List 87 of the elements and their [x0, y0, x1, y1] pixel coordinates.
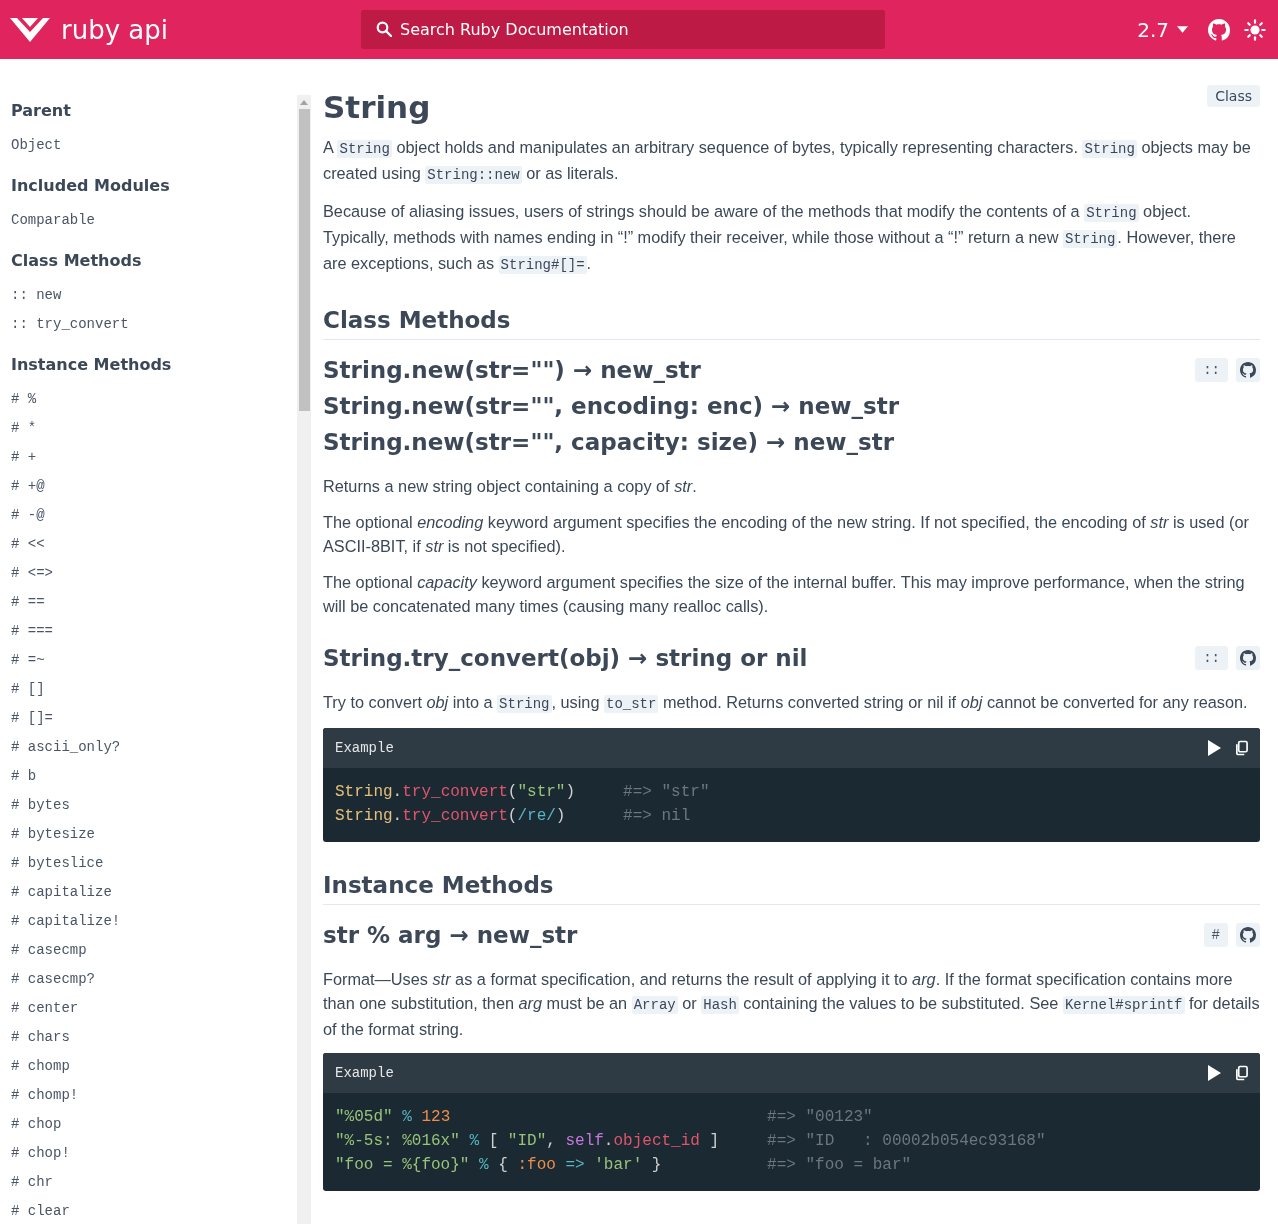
code-line: "%-5s: %016x" % [ "ID", self.object_id ] — [335, 1131, 720, 1152]
sidebar-link[interactable]: # casecmp — [11, 936, 286, 965]
method-type-button[interactable]: # — [1203, 923, 1228, 947]
sidebar-link[interactable]: # chop! — [11, 1139, 286, 1168]
method-signature: String.new(str="", capacity: size) → new_str — [323, 428, 896, 457]
sidebar-heading: Parent — [11, 100, 72, 122]
code-comment: #=> "ID : 00002b054ec93168" — [767, 1131, 1047, 1152]
paragraph: Because of aliasing issues, users of strings should be aware of the methods that modify the contents of a String object. Typically, methods with names ending in “!” modify their receiver, while those without a “!” return a new String. However, there are exceptions, such as String#[]=. — [323, 201, 1237, 276]
sidebar-link[interactable]: # casecmp? — [11, 965, 286, 994]
method-type-button[interactable]: :: — [1195, 646, 1228, 670]
sidebar-link[interactable]: # capitalize! — [11, 907, 286, 936]
sidebar-link[interactable]: # chomp! — [11, 1081, 286, 1110]
method-signature: String.new(str="", encoding: enc) → new_str — [323, 392, 900, 421]
sidebar-link[interactable]: # bytesize — [11, 820, 286, 849]
sidebar-link[interactable]: # []= — [11, 704, 286, 733]
section-heading: Instance Methods — [323, 872, 1260, 905]
sidebar-link[interactable]: # * — [11, 414, 286, 443]
code-line: "%05d" % 123 — [335, 1107, 452, 1128]
sidebar-heading: Included Modules — [11, 175, 171, 197]
sidebar-link[interactable]: Comparable — [11, 206, 286, 235]
code-comment: #=> nil — [623, 806, 692, 827]
sidebar-heading: Class Methods — [11, 250, 143, 272]
sidebar-link[interactable]: # clear — [11, 1197, 286, 1224]
sidebar-link[interactable]: # + — [11, 443, 286, 472]
paragraph: Format—Uses str as a format specification, and returns the result of applying it to arg. If the format specification contains more than one substitution, then arg must be an Array or Hash containing the values to be substituted. See Kernel#sprintf for details of the format string. — [323, 969, 1260, 1040]
sun-icon[interactable] — [1244, 18, 1266, 41]
source-button[interactable] — [1236, 646, 1260, 670]
sidebar-link[interactable]: # chomp — [11, 1052, 286, 1081]
github-icon — [1240, 362, 1256, 378]
sidebar-link[interactable]: # === — [11, 617, 286, 646]
page-title: String — [323, 89, 431, 125]
github-icon — [1240, 927, 1256, 943]
github-icon — [1240, 650, 1256, 666]
caret-icon — [1177, 26, 1188, 33]
scrollbar-thumb[interactable] — [298, 109, 310, 411]
sidebar-link[interactable]: # % — [11, 385, 286, 414]
sidebar-link[interactable]: # =~ — [11, 646, 286, 675]
sidebar-link[interactable]: # center — [11, 994, 286, 1023]
paragraph: Try to convert obj into a String, using to_str method. Returns converted string or nil if obj cannot be converted for any reason. — [323, 692, 1249, 715]
sidebar-link[interactable]: # capitalize — [11, 878, 286, 907]
sidebar-link[interactable]: Object — [11, 131, 286, 160]
logo-text[interactable]: ruby api — [61, 14, 168, 45]
sidebar-link[interactable]: # -@ — [11, 501, 286, 530]
sidebar-link[interactable]: # [] — [11, 675, 286, 704]
sidebar-link[interactable]: # <=> — [11, 559, 286, 588]
code-line: String.try_convert("str") — [335, 782, 576, 803]
sidebar-link[interactable]: # +@ — [11, 472, 286, 501]
code-comment: #=> "foo = bar" — [767, 1155, 913, 1176]
sidebar-link[interactable]: # == — [11, 588, 286, 617]
code-comment: #=> "str" — [623, 782, 711, 803]
version-dropdown[interactable]: 2.7 — [1137, 17, 1194, 42]
method-signature: str % arg → new_str — [323, 921, 578, 950]
sidebar-link[interactable]: :: new — [11, 281, 286, 310]
code-comment: #=> "00123" — [767, 1107, 874, 1128]
sidebar-link[interactable]: # byteslice — [11, 849, 286, 878]
method-type-button[interactable]: :: — [1195, 358, 1228, 382]
sidebar-link[interactable]: # b — [11, 762, 286, 791]
sidebar-heading: Instance Methods — [11, 354, 173, 376]
paragraph: The optional capacity keyword argument specifies the size of the internal buffer. This may improve performance, when the string will be concatenated many times (causing many realloc calls). — [323, 572, 1246, 617]
source-button[interactable] — [1236, 358, 1260, 382]
sidebar-link[interactable]: # chars — [11, 1023, 286, 1052]
search-icon — [376, 21, 392, 37]
example-label: Example — [335, 1065, 394, 1081]
paragraph: Returns a new string object containing a copy of str. — [323, 476, 698, 497]
paragraph: A String object holds and manipulates an arbitrary sequence of bytes, typically representing characters. String objects may be created using String::new or as literals. — [323, 137, 1252, 186]
section-heading: Class Methods — [323, 307, 1260, 340]
sidebar-link[interactable]: # bytes — [11, 791, 286, 820]
play-icon[interactable] — [1207, 1065, 1221, 1081]
github-icon[interactable] — [1208, 18, 1230, 41]
copy-icon[interactable] — [1235, 1065, 1248, 1081]
sidebar-link[interactable]: # ascii_only? — [11, 733, 286, 762]
sidebar-link[interactable]: :: try_convert — [11, 310, 286, 339]
scrollbar[interactable] — [297, 95, 311, 1224]
copy-icon[interactable] — [1235, 740, 1248, 756]
play-icon[interactable] — [1207, 740, 1221, 756]
sidebar-link[interactable]: # chop — [11, 1110, 286, 1139]
source-button[interactable] — [1236, 923, 1260, 947]
paragraph: The optional encoding keyword argument specifies the encoding of the new string. If not specified, the encoding of str is used (or ASCII-8BIT, if str is not specified). — [323, 512, 1250, 557]
method-signature: String.new(str="") → new_str — [323, 356, 702, 385]
class-badge: Class — [1207, 85, 1260, 107]
search-field[interactable]: Search Ruby Documentation — [361, 10, 885, 49]
example-label: Example — [335, 740, 394, 756]
code-line: "foo = %{foo}" % { :foo => 'bar' } — [335, 1155, 663, 1176]
sidebar-link[interactable]: # << — [11, 530, 286, 559]
method-signature: String.try_convert(obj) → string or nil — [323, 644, 808, 673]
code-line: String.try_convert(/re/) — [335, 806, 567, 827]
sidebar-link[interactable]: # chr — [11, 1168, 286, 1197]
